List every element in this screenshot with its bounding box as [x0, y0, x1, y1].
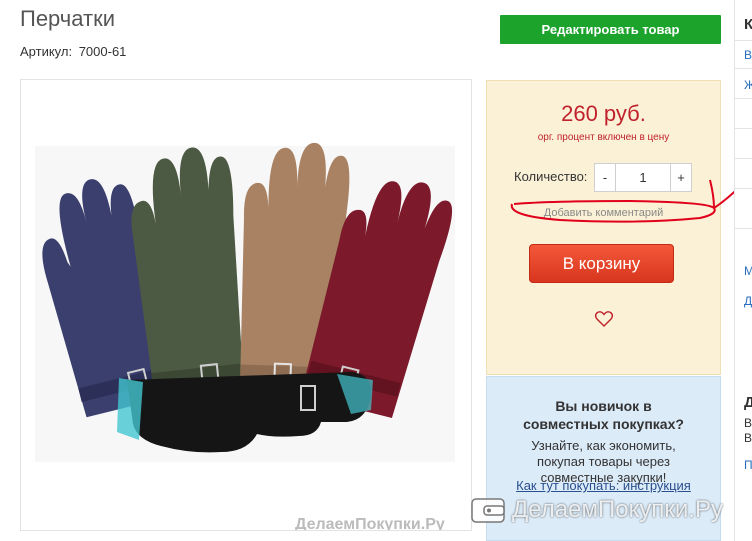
sidebar-heading: К: [744, 16, 752, 33]
heart-icon[interactable]: [594, 309, 614, 329]
site-watermark: ДелаемПокупки.Ру: [470, 496, 723, 524]
red-annotation: [510, 173, 752, 223]
article-value: 7000-61: [78, 44, 127, 59]
right-sidebar: К В Ж М Д Д В В П: [734, 0, 752, 541]
sidebar-link[interactable]: М: [744, 264, 752, 278]
watermark-text: ДелаемПокупки.Ру: [512, 496, 723, 523]
novice-heading: Вы новичок в совместных покупках?: [523, 398, 684, 432]
sidebar-heading-2: Д: [744, 394, 752, 411]
product-photo[interactable]: ДелаемПокупки.Ру: [20, 79, 472, 531]
gloves-image: [35, 142, 455, 462]
price-note: орг. процент включен в цену: [537, 132, 670, 143]
sidebar-link[interactable]: Д: [744, 294, 752, 308]
sidebar-link[interactable]: В: [744, 48, 752, 62]
product-article: Артикул: 7000-61: [20, 44, 126, 59]
add-to-cart-button[interactable]: В корзину: [529, 244, 674, 283]
photo-watermark: ДелаемПокупки.Ру: [295, 516, 445, 531]
edit-product-button[interactable]: Редактировать товар: [500, 15, 721, 44]
product-title: Перчатки: [20, 6, 116, 31]
article-label: Артикул:: [20, 44, 73, 59]
sidebar-link[interactable]: Ж: [744, 78, 752, 92]
price: 260 руб.: [561, 101, 646, 126]
sidebar-text: В: [744, 416, 752, 430]
how-to-buy-link[interactable]: Как тут покупать: инструкция: [487, 478, 720, 493]
sidebar-link[interactable]: П: [744, 458, 752, 472]
wallet-icon: [471, 498, 505, 523]
sidebar-text: В: [744, 431, 752, 445]
